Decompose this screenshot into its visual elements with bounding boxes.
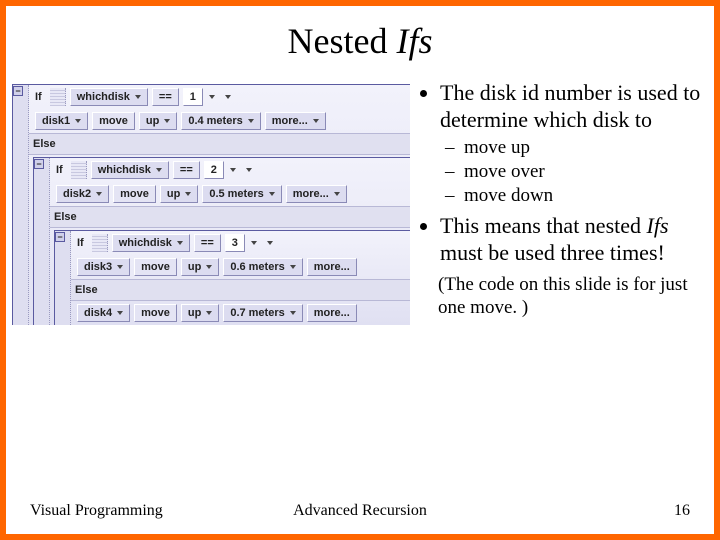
- num-box[interactable]: 2: [204, 161, 224, 179]
- title-text-b: Ifs: [396, 21, 432, 61]
- disk-box[interactable]: disk2: [56, 185, 109, 203]
- if-header-3: If whichdisk == 3: [71, 231, 410, 255]
- more-box[interactable]: more...: [307, 258, 357, 276]
- chevron-down-icon: [251, 241, 257, 245]
- else-label: Else: [29, 133, 410, 155]
- chevron-down-icon: [96, 192, 102, 196]
- amt-box[interactable]: 0.5 meters: [202, 185, 281, 203]
- chevron-down-icon: [117, 311, 123, 315]
- chevron-down-icon: [269, 192, 275, 196]
- num-box[interactable]: 1: [183, 88, 203, 106]
- disk-box[interactable]: disk4: [77, 304, 130, 322]
- if-keyword: If: [73, 237, 88, 249]
- chevron-down-icon: [164, 119, 170, 123]
- if-block-3: − If whichdisk == 3: [54, 230, 410, 325]
- chevron-down-icon: [156, 168, 162, 172]
- dir-box[interactable]: up: [160, 185, 198, 203]
- whichdisk-box[interactable]: whichdisk: [70, 88, 148, 106]
- if-keyword: If: [31, 91, 46, 103]
- whichdisk-box[interactable]: whichdisk: [112, 234, 190, 252]
- bullet-2: This means that nested Ifs must be used …: [440, 213, 702, 267]
- dir-box[interactable]: up: [181, 258, 219, 276]
- dir-box[interactable]: up: [181, 304, 219, 322]
- amt-box[interactable]: 0.7 meters: [223, 304, 302, 322]
- footer: Visual Programming Advanced Recursion 16: [6, 502, 714, 520]
- collapse-icon[interactable]: −: [13, 86, 23, 96]
- gutter: −: [55, 231, 71, 325]
- sub-bullet: move over: [464, 160, 702, 183]
- collapse-icon[interactable]: −: [34, 159, 44, 169]
- chevron-down-icon: [117, 265, 123, 269]
- num-box[interactable]: 3: [225, 234, 245, 252]
- eq-box[interactable]: ==: [194, 234, 221, 252]
- if-block-1: − If whichdisk == 1 disk1 move up: [12, 84, 410, 325]
- chevron-down-icon: [225, 95, 231, 99]
- chevron-down-icon: [313, 119, 319, 123]
- dir-box[interactable]: up: [139, 112, 177, 130]
- chevron-down-icon: [248, 119, 254, 123]
- paren-note: (The code on this slide is for just one …: [438, 273, 702, 319]
- gutter: −: [34, 158, 50, 325]
- if-keyword: If: [52, 164, 67, 176]
- chevron-down-icon: [290, 265, 296, 269]
- chevron-down-icon: [206, 311, 212, 315]
- action-row-1: disk1 move up 0.4 meters more...: [29, 109, 410, 133]
- code-panel: − If whichdisk == 1 disk1 move up: [12, 80, 410, 325]
- more-box[interactable]: more...: [307, 304, 357, 322]
- grip-icon[interactable]: [92, 234, 108, 252]
- sub-bullet: move up: [464, 136, 702, 159]
- if-header-1: If whichdisk == 1: [29, 85, 410, 109]
- move-box[interactable]: move: [134, 304, 177, 322]
- disk-box[interactable]: disk3: [77, 258, 130, 276]
- action-row-4: disk4 move up 0.7 meters more...: [71, 301, 410, 325]
- gutter: −: [13, 85, 29, 325]
- chevron-down-icon: [75, 119, 81, 123]
- if-header-2: If whichdisk == 2: [50, 158, 410, 182]
- action-row-3: disk3 move up 0.6 meters more...: [71, 255, 410, 279]
- eq-box[interactable]: ==: [152, 88, 179, 106]
- chevron-down-icon: [177, 241, 183, 245]
- if-block-2: − If whichdisk == 2: [33, 157, 410, 325]
- chevron-down-icon: [246, 168, 252, 172]
- move-box[interactable]: move: [134, 258, 177, 276]
- chevron-down-icon: [185, 192, 191, 196]
- chevron-down-icon: [206, 265, 212, 269]
- footer-center: Advanced Recursion: [6, 502, 714, 520]
- chevron-down-icon: [334, 192, 340, 196]
- eq-box[interactable]: ==: [173, 161, 200, 179]
- chevron-down-icon: [230, 168, 236, 172]
- grip-icon[interactable]: [71, 161, 87, 179]
- bullet-1: The disk id number is used to determine …: [440, 80, 702, 207]
- move-box[interactable]: move: [92, 112, 135, 130]
- more-box[interactable]: more...: [286, 185, 347, 203]
- more-box[interactable]: more...: [265, 112, 326, 130]
- chevron-down-icon: [209, 95, 215, 99]
- collapse-icon[interactable]: −: [55, 232, 65, 242]
- slide-title: Nested Ifs: [6, 20, 714, 62]
- amt-box[interactable]: 0.4 meters: [181, 112, 260, 130]
- action-row-2: disk2 move up 0.5 meters more...: [50, 182, 410, 206]
- title-text-a: Nested: [288, 21, 397, 61]
- else-label: Else: [71, 279, 410, 301]
- grip-icon[interactable]: [50, 88, 66, 106]
- disk-box[interactable]: disk1: [35, 112, 88, 130]
- notes-panel: The disk id number is used to determine …: [410, 80, 702, 325]
- content-area: − If whichdisk == 1 disk1 move up: [6, 80, 714, 325]
- chevron-down-icon: [135, 95, 141, 99]
- chevron-down-icon: [267, 241, 273, 245]
- sub-bullet: move down: [464, 184, 702, 207]
- else-label: Else: [50, 206, 410, 228]
- chevron-down-icon: [290, 311, 296, 315]
- whichdisk-box[interactable]: whichdisk: [91, 161, 169, 179]
- move-box[interactable]: move: [113, 185, 156, 203]
- amt-box[interactable]: 0.6 meters: [223, 258, 302, 276]
